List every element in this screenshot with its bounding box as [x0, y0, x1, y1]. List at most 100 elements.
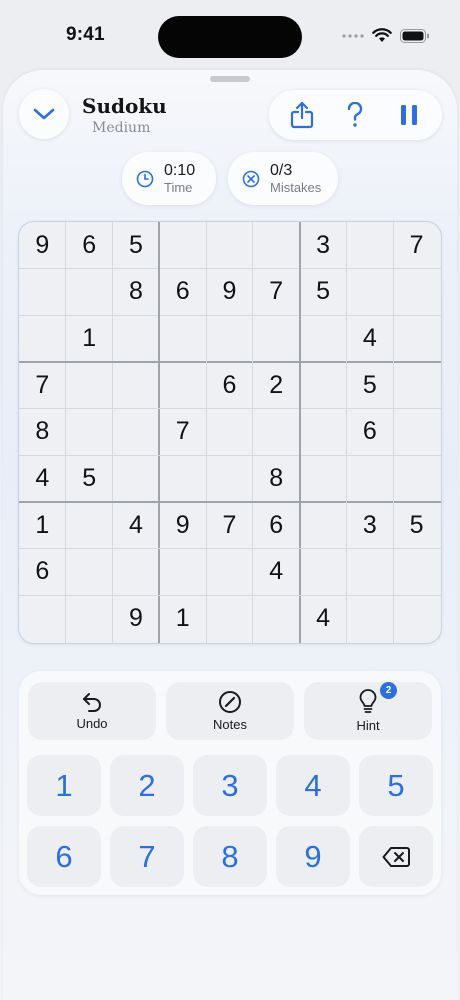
sudoku-cell[interactable] — [346, 269, 393, 316]
sudoku-cell[interactable] — [66, 502, 113, 549]
sudoku-cell[interactable]: 4 — [300, 595, 347, 642]
sudoku-cell[interactable]: 5 — [393, 502, 440, 549]
sudoku-cell[interactable] — [159, 455, 206, 502]
sudoku-cell[interactable]: 7 — [19, 362, 66, 409]
sudoku-cell[interactable]: 7 — [393, 222, 440, 269]
sudoku-cell[interactable] — [66, 595, 113, 642]
number-button-8[interactable]: 8 — [193, 826, 267, 887]
number-button-5[interactable]: 5 — [359, 755, 433, 816]
sudoku-cell[interactable] — [206, 409, 253, 456]
undo-button[interactable]: Undo — [28, 682, 156, 740]
sudoku-cell[interactable]: 8 — [113, 269, 160, 316]
sudoku-cell[interactable]: 6 — [346, 409, 393, 456]
sudoku-cell[interactable] — [113, 409, 160, 456]
sudoku-cell[interactable]: 4 — [253, 549, 300, 596]
sudoku-cell[interactable]: 4 — [346, 315, 393, 362]
sudoku-cell[interactable]: 8 — [253, 455, 300, 502]
sudoku-cell[interactable]: 7 — [159, 409, 206, 456]
hint-button[interactable]: Hint — [304, 682, 432, 740]
sudoku-cell[interactable]: 3 — [346, 502, 393, 549]
sudoku-cell[interactable] — [393, 549, 440, 596]
sheet-grabber[interactable] — [210, 76, 250, 82]
sudoku-cell[interactable] — [300, 315, 347, 362]
sudoku-cell[interactable]: 7 — [206, 502, 253, 549]
sudoku-cell[interactable] — [253, 595, 300, 642]
number-button-7[interactable]: 7 — [110, 826, 184, 887]
sudoku-cell[interactable] — [393, 362, 440, 409]
sudoku-cell[interactable] — [393, 269, 440, 316]
number-button-3[interactable]: 3 — [193, 755, 267, 816]
sudoku-cell[interactable]: 5 — [66, 455, 113, 502]
sudoku-cell[interactable] — [66, 269, 113, 316]
sudoku-cell[interactable] — [253, 409, 300, 456]
sudoku-cell[interactable] — [206, 222, 253, 269]
sudoku-cell[interactable] — [253, 315, 300, 362]
sudoku-cell[interactable]: 4 — [19, 455, 66, 502]
sudoku-cell[interactable]: 4 — [113, 502, 160, 549]
sudoku-cell[interactable] — [206, 549, 253, 596]
sudoku-cell[interactable] — [19, 315, 66, 362]
sudoku-cell[interactable] — [393, 455, 440, 502]
sudoku-cell[interactable] — [206, 315, 253, 362]
sudoku-cell[interactable]: 2 — [253, 362, 300, 409]
sudoku-cell[interactable] — [346, 595, 393, 642]
sudoku-cell[interactable] — [159, 315, 206, 362]
sudoku-cell[interactable] — [19, 269, 66, 316]
sudoku-cell[interactable] — [206, 455, 253, 502]
sudoku-cell[interactable] — [300, 362, 347, 409]
sudoku-cell[interactable]: 8 — [19, 409, 66, 456]
delete-button[interactable] — [359, 826, 433, 887]
sudoku-cell[interactable] — [113, 549, 160, 596]
mistakes-label: Mistakes — [270, 180, 322, 195]
number-button-4[interactable]: 4 — [276, 755, 350, 816]
sudoku-cell[interactable]: 1 — [19, 502, 66, 549]
share-button[interactable] — [279, 92, 325, 138]
sudoku-cell[interactable]: 6 — [66, 222, 113, 269]
sudoku-cell[interactable]: 1 — [159, 595, 206, 642]
sudoku-cell[interactable] — [113, 315, 160, 362]
sudoku-cell[interactable] — [66, 409, 113, 456]
sudoku-cell[interactable]: 6 — [206, 362, 253, 409]
sudoku-cell[interactable] — [346, 549, 393, 596]
sudoku-cell[interactable]: 5 — [300, 269, 347, 316]
sudoku-cell[interactable]: 6 — [253, 502, 300, 549]
sudoku-cell[interactable]: 3 — [300, 222, 347, 269]
sudoku-cell[interactable] — [19, 595, 66, 642]
number-button-1[interactable]: 1 — [27, 755, 101, 816]
sudoku-cell[interactable] — [300, 409, 347, 456]
sudoku-cell[interactable] — [113, 362, 160, 409]
sudoku-cell[interactable] — [66, 549, 113, 596]
sudoku-cell[interactable]: 5 — [346, 362, 393, 409]
sudoku-cell[interactable] — [300, 455, 347, 502]
sudoku-cell[interactable]: 9 — [206, 269, 253, 316]
sudoku-cell[interactable] — [206, 595, 253, 642]
number-button-6[interactable]: 6 — [27, 826, 101, 887]
sudoku-cell[interactable] — [66, 362, 113, 409]
sudoku-cell[interactable]: 1 — [66, 315, 113, 362]
sudoku-cell[interactable]: 6 — [159, 269, 206, 316]
sudoku-cell[interactable] — [253, 222, 300, 269]
sudoku-cell[interactable]: 9 — [159, 502, 206, 549]
sudoku-cell[interactable]: 7 — [253, 269, 300, 316]
sudoku-cell[interactable]: 9 — [19, 222, 66, 269]
sudoku-cell[interactable] — [393, 595, 440, 642]
sudoku-cell[interactable]: 5 — [113, 222, 160, 269]
pause-button[interactable] — [386, 92, 432, 138]
number-button-2[interactable]: 2 — [110, 755, 184, 816]
sudoku-cell[interactable] — [346, 222, 393, 269]
sudoku-cell[interactable] — [300, 549, 347, 596]
sudoku-cell[interactable] — [159, 222, 206, 269]
collapse-button[interactable] — [19, 89, 69, 139]
sudoku-cell[interactable]: 6 — [19, 549, 66, 596]
sudoku-cell[interactable] — [393, 409, 440, 456]
sudoku-cell[interactable]: 9 — [113, 595, 160, 642]
number-button-9[interactable]: 9 — [276, 826, 350, 887]
sudoku-cell[interactable] — [346, 455, 393, 502]
notes-button[interactable]: Notes — [166, 682, 294, 740]
help-button[interactable] — [332, 92, 378, 138]
sudoku-cell[interactable] — [393, 315, 440, 362]
sudoku-cell[interactable] — [300, 502, 347, 549]
sudoku-cell[interactable] — [113, 455, 160, 502]
sudoku-cell[interactable] — [159, 362, 206, 409]
sudoku-cell[interactable] — [159, 549, 206, 596]
